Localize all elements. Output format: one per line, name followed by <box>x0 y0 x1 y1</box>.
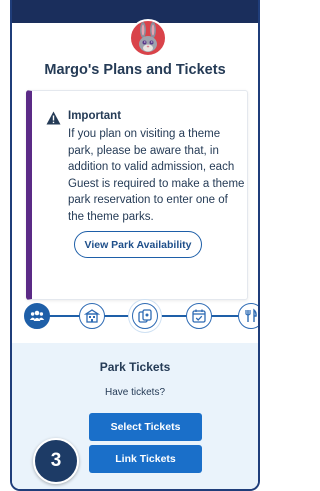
section-subtitle: Have tickets? <box>104 387 166 398</box>
warning-icon <box>46 111 61 125</box>
step-tickets[interactable] <box>132 303 158 329</box>
step-reservation-calendar[interactable] <box>186 303 212 329</box>
step-hotel[interactable] <box>79 303 105 329</box>
notice-title: Important <box>68 110 122 122</box>
page-frame: Margo's Plans and Tickets Important If y… <box>0 0 269 491</box>
party-group-icon <box>29 310 45 321</box>
page-title: Margo's Plans and Tickets <box>44 62 226 78</box>
important-notice: Important If you plan on visiting a them… <box>26 90 248 300</box>
step-number-badge: 3 <box>33 438 79 484</box>
plan-stepper <box>12 300 258 340</box>
rabbit-character-avatar-icon <box>129 19 167 57</box>
link-tickets-button[interactable]: Link Tickets <box>89 445 202 473</box>
header-bar <box>12 0 258 23</box>
notice-body: If you plan on visiting a theme park, pl… <box>68 128 245 223</box>
view-park-availability-button[interactable]: View Park Availability <box>74 231 202 258</box>
step-party-group[interactable] <box>24 303 50 329</box>
hotel-building-icon <box>84 309 100 323</box>
section-title: Park Tickets <box>99 360 171 374</box>
tickets-icon <box>138 309 152 323</box>
calendar-check-icon <box>192 309 206 323</box>
plans-panel: Margo's Plans and Tickets Important If y… <box>10 0 260 491</box>
select-tickets-button[interactable]: Select Tickets <box>89 413 202 441</box>
dining-utensils-icon <box>245 308 257 322</box>
step-dining[interactable] <box>238 303 258 329</box>
